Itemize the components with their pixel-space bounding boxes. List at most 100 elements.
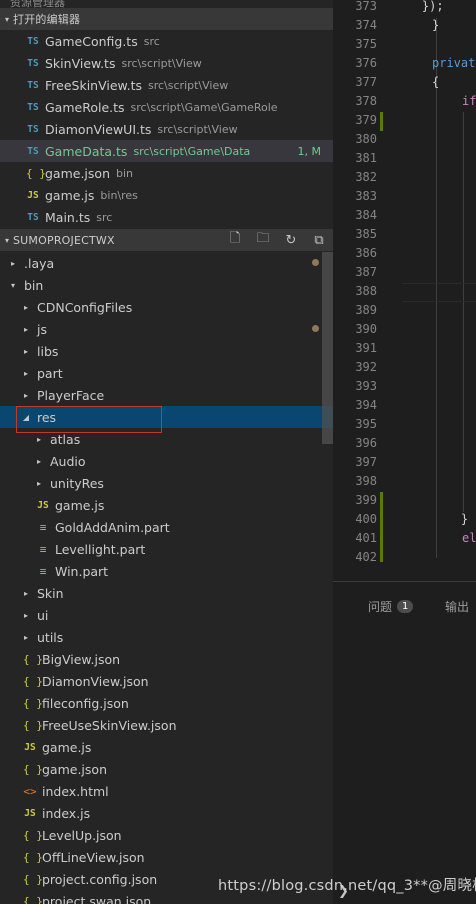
tree-folder[interactable]: ▸ part [0, 362, 333, 384]
tree-item-label: FreeUseSkinView.json [42, 717, 177, 733]
line-number: 387 [355, 265, 377, 279]
line-number: 395 [355, 417, 377, 431]
line-number: 392 [355, 360, 377, 374]
line-number: 384 [355, 208, 377, 222]
chevron-down-icon: ▾ [4, 235, 9, 245]
tree-folder[interactable]: ▸ js [0, 318, 333, 340]
open-editor-item[interactable]: TS GameRole.ts src\script\Game\GameRole [0, 96, 333, 118]
tree-file[interactable]: ≡ Win.part [0, 560, 333, 582]
chevron-right-icon: ▸ [36, 456, 41, 466]
open-editor-item[interactable]: { } game.json bin [0, 162, 333, 184]
code-line-377: { [432, 75, 440, 89]
open-editor-item[interactable]: JS game.js bin\res [0, 184, 333, 206]
tree-folder[interactable]: ▸ .laya [0, 252, 333, 274]
open-editors-title: 打开的编辑器 [13, 13, 81, 26]
line-number: 401 [355, 531, 377, 545]
tree-item-label: index.html [42, 783, 109, 799]
tree-file[interactable]: { } FreeUseSkinView.json [0, 714, 333, 736]
code-editor[interactable]: 373 374 375 376 377 378 379 380 381 382 383 384 385 3… [333, 0, 476, 581]
open-editor-item[interactable]: TS SkinView.ts src\script\View [0, 52, 333, 74]
tree-item-label: js [37, 321, 47, 337]
tree-file[interactable]: JS game.js [0, 736, 333, 758]
tree-folder[interactable]: ▸ Skin [0, 582, 333, 604]
tree-folder[interactable]: ▸ Audio [0, 450, 333, 472]
json-file-icon: { } [23, 652, 43, 666]
explorer-actions: 🗋 🗀 ↻ ⧉ [227, 229, 327, 251]
tree-item-label: game.json [42, 761, 107, 777]
tree-file[interactable]: <> index.html [0, 780, 333, 802]
line-number: 385 [355, 227, 377, 241]
open-editor-item[interactable]: TS DiamonViewUI.ts src\script\View [0, 118, 333, 140]
chevron-right-icon: ▸ [10, 258, 15, 268]
line-number: 393 [355, 379, 377, 393]
open-editor-item[interactable]: TS Main.ts src [0, 206, 333, 228]
tree-item-label: LevelUp.json [42, 827, 122, 843]
indent-guide [463, 112, 464, 512]
new-file-icon[interactable]: 🗋 [227, 231, 243, 248]
tree-folder[interactable]: ▸ CDNConfigFiles [0, 296, 333, 318]
tree-folder[interactable]: ◢ res [0, 406, 333, 428]
sidebar-scrollbar[interactable] [322, 252, 333, 444]
tree-item-label: project.config.json [42, 871, 158, 887]
tree-item-label: ui [37, 607, 49, 623]
tree-folder[interactable]: ▸ libs [0, 340, 333, 362]
file-path: src\script\View [157, 122, 238, 136]
tree-file[interactable]: { } DiamonView.json [0, 670, 333, 692]
tab-output[interactable]: 输出 [445, 598, 469, 615]
chevron-right-icon: ▸ [23, 368, 28, 378]
tree-file[interactable]: ≡ Levellight.part [0, 538, 333, 560]
open-editors-header[interactable]: ▾ 打开的编辑器 [0, 8, 333, 30]
chevron-down-icon: ▾ [10, 280, 15, 290]
text-file-icon: ≡ [39, 542, 47, 556]
tree-file[interactable]: JS index.js [0, 802, 333, 824]
tree-file[interactable]: { } BigView.json [0, 648, 333, 670]
json-file-icon: { } [23, 718, 43, 732]
tab-problems[interactable]: 问题 1 [368, 598, 414, 615]
tree-folder[interactable]: ▸ PlayerFace [0, 384, 333, 406]
tree-file[interactable]: JS game.js [0, 494, 333, 516]
current-line-highlight [402, 283, 476, 302]
js-file-icon: JS [27, 189, 39, 201]
tree-item-label: GoldAddAnim.part [55, 519, 170, 535]
json-file-icon: { } [23, 828, 43, 842]
file-name: DiamonViewUI.ts [45, 121, 152, 137]
tree-item-label: game.js [55, 497, 105, 513]
tree-folder[interactable]: ▸ atlas [0, 428, 333, 450]
project-header[interactable]: ▾ SUMOPROJECTWX 🗋 🗀 ↻ ⧉ [0, 229, 333, 251]
tree-folder[interactable]: ▸ ui [0, 604, 333, 626]
tree-file[interactable]: { } game.json [0, 758, 333, 780]
open-editor-item[interactable]: TS FreeSkinView.ts src\script\View [0, 74, 333, 96]
tree-folder[interactable]: ▾ bin [0, 274, 333, 296]
tree-file[interactable]: { } OffLineView.json [0, 846, 333, 868]
text-file-icon: ≡ [39, 564, 47, 578]
open-editor-item[interactable]: TS GameData.ts src\script\Game\Data 1, M [0, 140, 333, 162]
collapse-all-icon[interactable]: ⧉ [311, 232, 327, 248]
new-folder-icon[interactable]: 🗀 [255, 231, 271, 248]
line-number: 394 [355, 398, 377, 412]
ts-file-icon: TS [27, 101, 39, 113]
tree-folder[interactable]: ▸ utils [0, 626, 333, 648]
refresh-icon[interactable]: ↻ [283, 232, 299, 248]
chevron-right-icon: ▸ [36, 434, 41, 444]
code-line-373: }); [393, 0, 444, 13]
tree-item-label: libs [37, 343, 59, 359]
problems-count-badge: 1 [397, 600, 414, 613]
tree-item-label: project.swan.json [42, 893, 152, 904]
line-number: 399 [355, 493, 377, 507]
tree-file[interactable]: { } LevelUp.json [0, 824, 333, 846]
line-number: 396 [355, 436, 377, 450]
line-number: 375 [355, 37, 377, 51]
tree-item-label: unityRes [50, 475, 104, 491]
open-editor-item[interactable]: TS GameConfig.ts src [0, 30, 333, 52]
line-number: 391 [355, 341, 377, 355]
tree-item-label: Skin [37, 585, 64, 601]
code-line-400: } [432, 512, 469, 526]
tree-folder[interactable]: ▸ unityRes [0, 472, 333, 494]
tree-file[interactable]: { } fileconfig.json [0, 692, 333, 714]
json-file-icon: { } [23, 894, 43, 904]
js-file-icon: JS [24, 807, 36, 819]
tree-item-label: part [37, 365, 63, 381]
tree-file[interactable]: ≡ GoldAddAnim.part [0, 516, 333, 538]
line-number: 388 [355, 284, 377, 298]
ts-file-icon: TS [27, 79, 39, 91]
